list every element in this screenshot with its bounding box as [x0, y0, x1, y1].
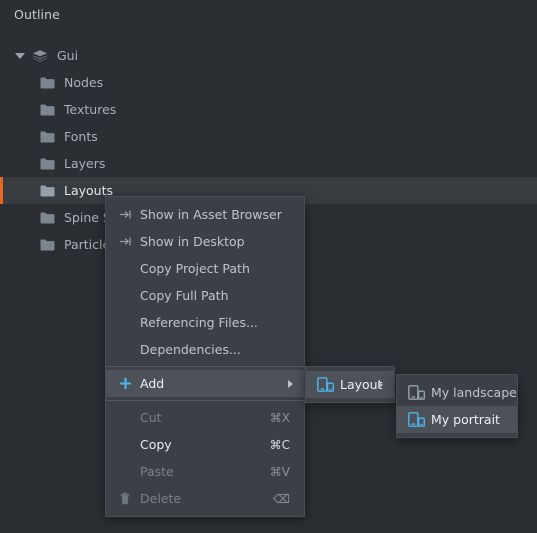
folder-icon	[40, 212, 55, 224]
menu-item-my-portrait[interactable]: My portrait	[397, 406, 517, 433]
menu-item-shortcut: ⌫	[273, 491, 290, 506]
menu-item-label: Copy Project Path	[140, 261, 250, 276]
menu-item-label: Add	[140, 376, 165, 391]
gui-stack-icon	[32, 49, 48, 63]
chevron-right-icon	[288, 379, 293, 388]
tree-label: Gui	[57, 48, 79, 63]
menu-item-show-in-asset-browser[interactable]: Show in Asset Browser	[106, 201, 304, 228]
menu-item-my-landscape[interactable]: My landscape	[397, 379, 517, 406]
menu-item-label: Layout	[340, 377, 383, 392]
folder-icon	[40, 104, 55, 116]
trash-icon	[116, 491, 134, 507]
menu-item-label: Referencing Files...	[140, 315, 258, 330]
menu-item-label: Copy Full Path	[140, 288, 229, 303]
layout-submenu: My landscape My portrait	[396, 374, 518, 438]
menu-item-label: Delete	[140, 491, 182, 506]
tree-row-gui[interactable]: Gui	[0, 42, 537, 69]
layout-device-icon	[316, 377, 334, 393]
menu-item-label: My landscape	[431, 385, 517, 400]
menu-item-shortcut: ⌘C	[269, 437, 290, 452]
menu-item-referencing-files[interactable]: Referencing Files...	[106, 309, 304, 336]
menu-item-label: Show in Asset Browser	[140, 207, 282, 222]
folder-icon	[40, 77, 55, 89]
menu-item-cut[interactable]: Cut ⌘X	[106, 404, 304, 431]
folder-icon	[40, 131, 55, 143]
menu-item-shortcut: ⌘X	[269, 410, 290, 425]
folder-icon	[40, 158, 55, 170]
menu-item-add[interactable]: Add	[106, 370, 304, 397]
tree-label: Textures	[64, 102, 117, 117]
tree-label: Nodes	[64, 75, 104, 90]
tree-row-textures[interactable]: Textures	[0, 96, 537, 123]
selection-marker	[0, 177, 3, 204]
outline-panel: Outline Gui Nodes Textures Fonts Layers …	[0, 0, 537, 533]
menu-item-shortcut: ⌘V	[269, 464, 290, 479]
tree-row-layers[interactable]: Layers	[0, 150, 537, 177]
folder-icon	[40, 185, 55, 197]
show-in-arrow-icon	[116, 207, 134, 223]
plus-icon	[116, 376, 134, 392]
tree-label: Layers	[64, 156, 106, 171]
menu-item-label: Cut	[140, 410, 162, 425]
menu-separator	[106, 400, 304, 401]
menu-item-label: Dependencies...	[140, 342, 241, 357]
menu-item-show-in-desktop[interactable]: Show in Desktop	[106, 228, 304, 255]
layout-device-icon	[407, 412, 425, 428]
menu-item-label: Paste	[140, 464, 174, 479]
chevron-right-icon	[378, 380, 383, 389]
menu-item-copy[interactable]: Copy ⌘C	[106, 431, 304, 458]
chevron-down-icon[interactable]	[14, 50, 26, 62]
layout-device-icon	[407, 385, 425, 401]
context-menu: Show in Asset Browser Show in Desktop Co…	[105, 196, 305, 517]
menu-item-paste[interactable]: Paste ⌘V	[106, 458, 304, 485]
menu-separator	[106, 366, 304, 367]
show-in-arrow-icon	[116, 234, 134, 250]
menu-item-layout[interactable]: Layout	[306, 371, 394, 398]
menu-item-delete[interactable]: Delete ⌫	[106, 485, 304, 512]
folder-icon	[40, 239, 55, 251]
menu-item-label: Copy	[140, 437, 172, 452]
tree-row-fonts[interactable]: Fonts	[0, 123, 537, 150]
menu-item-label: Show in Desktop	[140, 234, 245, 249]
menu-item-copy-full-path[interactable]: Copy Full Path	[106, 282, 304, 309]
tree-label: Fonts	[64, 129, 98, 144]
add-submenu: Layout	[305, 366, 395, 403]
menu-item-dependencies[interactable]: Dependencies...	[106, 336, 304, 363]
page-title: Outline	[14, 7, 60, 22]
menu-item-label: My portrait	[431, 412, 500, 427]
tree-row-nodes[interactable]: Nodes	[0, 69, 537, 96]
menu-item-copy-project-path[interactable]: Copy Project Path	[106, 255, 304, 282]
